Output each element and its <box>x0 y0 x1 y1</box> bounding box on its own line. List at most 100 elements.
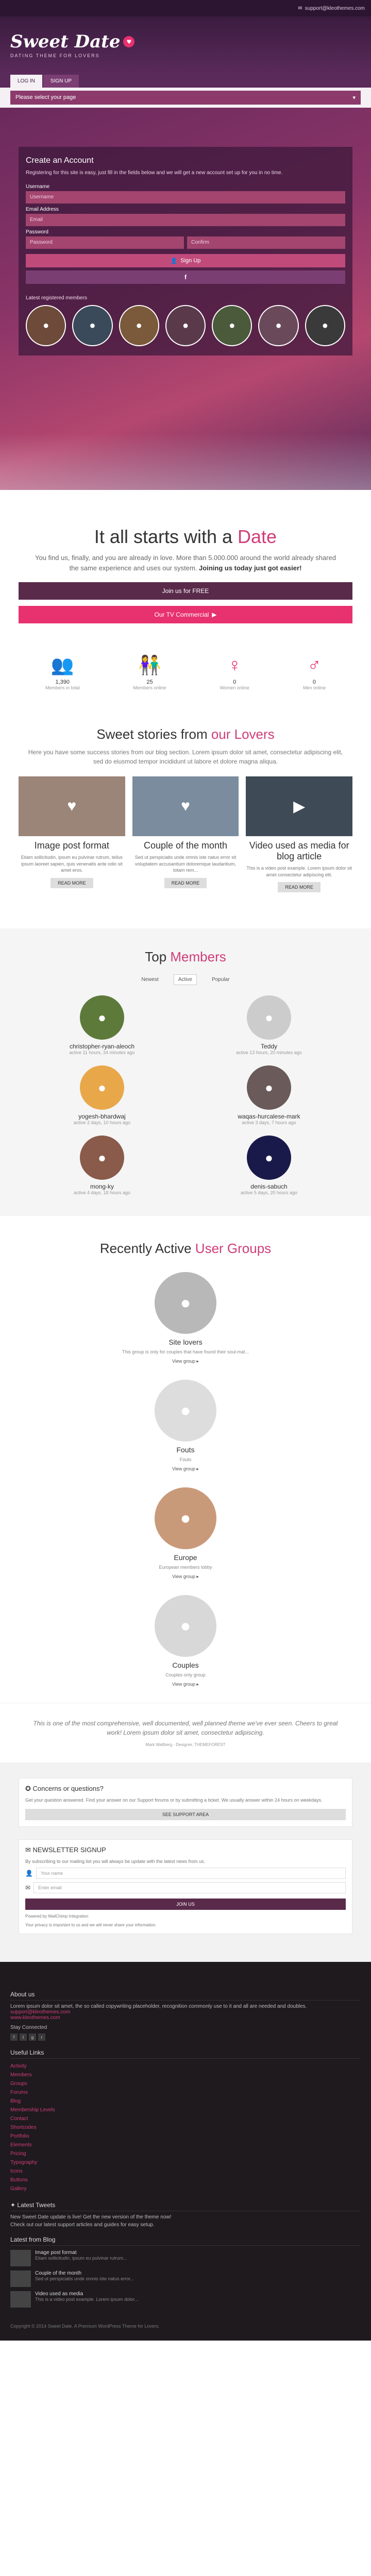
footer-link[interactable]: Activity <box>10 2062 361 2071</box>
user-icon: 👤 <box>25 1870 33 1877</box>
avatar[interactable]: ● <box>212 305 252 346</box>
avatar[interactable]: ● <box>26 305 66 346</box>
footer-link[interactable]: Forums <box>10 2088 361 2097</box>
group-avatar[interactable]: ● <box>155 1380 216 1442</box>
group-item: ● Europe European members lobby View group … <box>19 1487 352 1580</box>
member-item: ● yogesh-bhardwaj active 2 days, 10 hours … <box>19 1065 185 1125</box>
view-group-link[interactable]: View group ▸ <box>19 1574 352 1580</box>
footer-link[interactable]: Icons <box>10 2167 361 2176</box>
newsletter-email-input[interactable]: Enter email <box>33 1882 346 1894</box>
member-avatar[interactable]: ● <box>80 995 124 1040</box>
blog-item[interactable]: Video used as media This is a video post … <box>10 2291 361 2308</box>
tab-login[interactable]: LOG IN <box>10 75 42 88</box>
tv-commercial-button[interactable]: Our TV Commercial ▶ <box>19 606 352 623</box>
username-field[interactable]: Username <box>26 191 345 204</box>
view-group-link[interactable]: View group ▸ <box>19 1682 352 1687</box>
blog-item[interactable]: Image post format Etiam sollicitudin, ips… <box>10 2250 361 2267</box>
googleplus-icon[interactable]: g <box>29 2033 36 2041</box>
group-item: ● Couples Couples only group View group ▸ <box>19 1595 352 1687</box>
logo[interactable]: Sweet Date ♥ DATING THEME FOR LOVERS <box>10 31 135 58</box>
rss-icon[interactable]: r <box>38 2033 45 2041</box>
mail-icon: ✉ <box>25 1884 31 1892</box>
twitter-icon: ✦ <box>10 2201 18 2209</box>
members-section: Top Members Newest Active Popular ● chris… <box>0 928 371 1216</box>
header: Sweet Date ♥ DATING THEME FOR LOVERS <box>0 16 371 73</box>
register-intro: Registering for this site is easy, just … <box>26 170 283 176</box>
view-group-link[interactable]: View group ▸ <box>19 1359 352 1364</box>
members-title: Top Members <box>145 949 226 965</box>
read-more-button[interactable]: READ MORE <box>50 877 93 888</box>
footer-link[interactable]: Blog <box>10 2097 361 2106</box>
tab-newest[interactable]: Newest <box>137 974 163 985</box>
member-avatar[interactable]: ● <box>247 1136 291 1180</box>
story-image[interactable]: ♥ <box>132 776 239 836</box>
footer-link[interactable]: Shortcodes <box>10 2123 361 2132</box>
blog-item[interactable]: Couple of the month Sed ut perspiciatis u… <box>10 2270 361 2287</box>
register-form: Create an Account Registering for this s… <box>19 147 352 355</box>
group-avatar[interactable]: ● <box>155 1487 216 1550</box>
footer-link[interactable]: Typography <box>10 2158 361 2167</box>
signup-button[interactable]: 👤 Sign Up <box>26 254 345 267</box>
stat-online: 👫 25 Members online <box>133 654 166 690</box>
story-image[interactable]: ♥ <box>19 776 125 836</box>
support-email-link[interactable]: ✉ support@kleothemes.com <box>298 6 365 11</box>
join-free-button[interactable]: Join us for FREE <box>19 582 352 600</box>
read-more-button[interactable]: READ MORE <box>164 877 207 888</box>
footer-email-link[interactable]: support@kleothemes.com <box>10 2009 361 2015</box>
footer-link[interactable]: Groups <box>10 2079 361 2088</box>
group-avatar[interactable]: ● <box>155 1272 216 1334</box>
footer-website-link[interactable]: www.kleothemes.com <box>10 2015 361 2021</box>
tab-popular[interactable]: Popular <box>207 974 234 985</box>
footer-link[interactable]: Contact <box>10 2114 361 2123</box>
tab-signup[interactable]: SIGN UP <box>43 75 79 88</box>
member-avatar[interactable]: ● <box>80 1136 124 1180</box>
password-field[interactable]: Password <box>26 236 184 249</box>
intro-title: It all starts with a Date <box>94 526 277 547</box>
story-video[interactable]: ▶ <box>246 776 353 836</box>
email-field[interactable]: Email <box>26 214 345 226</box>
stat-men: ♂ 0 Men online <box>302 654 326 690</box>
member-avatar[interactable]: ● <box>247 995 291 1040</box>
facebook-icon[interactable]: f <box>10 2033 18 2041</box>
city-skyline <box>0 433 371 490</box>
facebook-login-button[interactable]: f <box>26 270 345 284</box>
footer-link[interactable]: Pricing <box>10 2149 361 2158</box>
support-area-button[interactable]: SEE SUPPORT AREA <box>25 1808 346 1820</box>
story-title[interactable]: Image post format <box>19 840 125 851</box>
concerns-text: Get your question answered. Find your an… <box>25 1798 323 1803</box>
tab-active[interactable]: Active <box>173 974 197 986</box>
avatar[interactable]: ● <box>258 305 299 346</box>
avatar[interactable]: ● <box>119 305 159 346</box>
member-avatar[interactable]: ● <box>80 1065 124 1110</box>
page-select[interactable]: Please select your page ▾ <box>10 91 361 105</box>
register-title: Create an Account <box>26 156 94 165</box>
email-label: Email Address <box>26 207 59 212</box>
stories-intro: Here you have some success stories from … <box>28 749 343 765</box>
avatar[interactable]: ● <box>165 305 206 346</box>
footer-link[interactable]: Buttons <box>10 2176 361 2184</box>
tweets-title: ✦ Latest Tweets <box>10 2201 361 2212</box>
newsletter-title: ✉ NEWSLETTER SIGNUP <box>25 1845 106 1854</box>
read-more-button[interactable]: READ MORE <box>278 882 321 893</box>
mail-icon: ✉ <box>298 5 302 11</box>
concerns-box: ✪ Concerns or questions? Get your questi… <box>19 1778 352 1827</box>
auth-tabs: LOG IN SIGN UP <box>0 73 371 88</box>
newsletter-join-button[interactable]: JOIN US <box>25 1899 346 1910</box>
footer-link[interactable]: Membership Levels <box>10 2106 361 2114</box>
avatar[interactable]: ● <box>72 305 113 346</box>
member-avatar[interactable]: ● <box>247 1065 291 1110</box>
member-item: ● denis-sabuch active 5 days, 20 hours ago <box>185 1136 352 1195</box>
story-title[interactable]: Couple of the month <box>132 840 239 851</box>
footer-link[interactable]: Members <box>10 2071 361 2079</box>
group-avatar[interactable]: ● <box>155 1595 216 1657</box>
footer-link[interactable]: Portfolio <box>10 2132 361 2141</box>
confirm-password-field[interactable]: Confirm <box>187 236 345 249</box>
story-title[interactable]: Video used as media for blog article <box>246 840 352 862</box>
view-group-link[interactable]: View group ▸ <box>19 1466 352 1472</box>
twitter-icon[interactable]: t <box>20 2033 27 2041</box>
about-text: Lorem ipsum dolor sit amet, the so calle… <box>10 2004 307 2010</box>
footer-link[interactable]: Gallery <box>10 2184 361 2193</box>
newsletter-name-input[interactable]: Your name <box>36 1868 346 1879</box>
avatar[interactable]: ● <box>305 305 345 346</box>
footer-link[interactable]: Elements <box>10 2141 361 2149</box>
